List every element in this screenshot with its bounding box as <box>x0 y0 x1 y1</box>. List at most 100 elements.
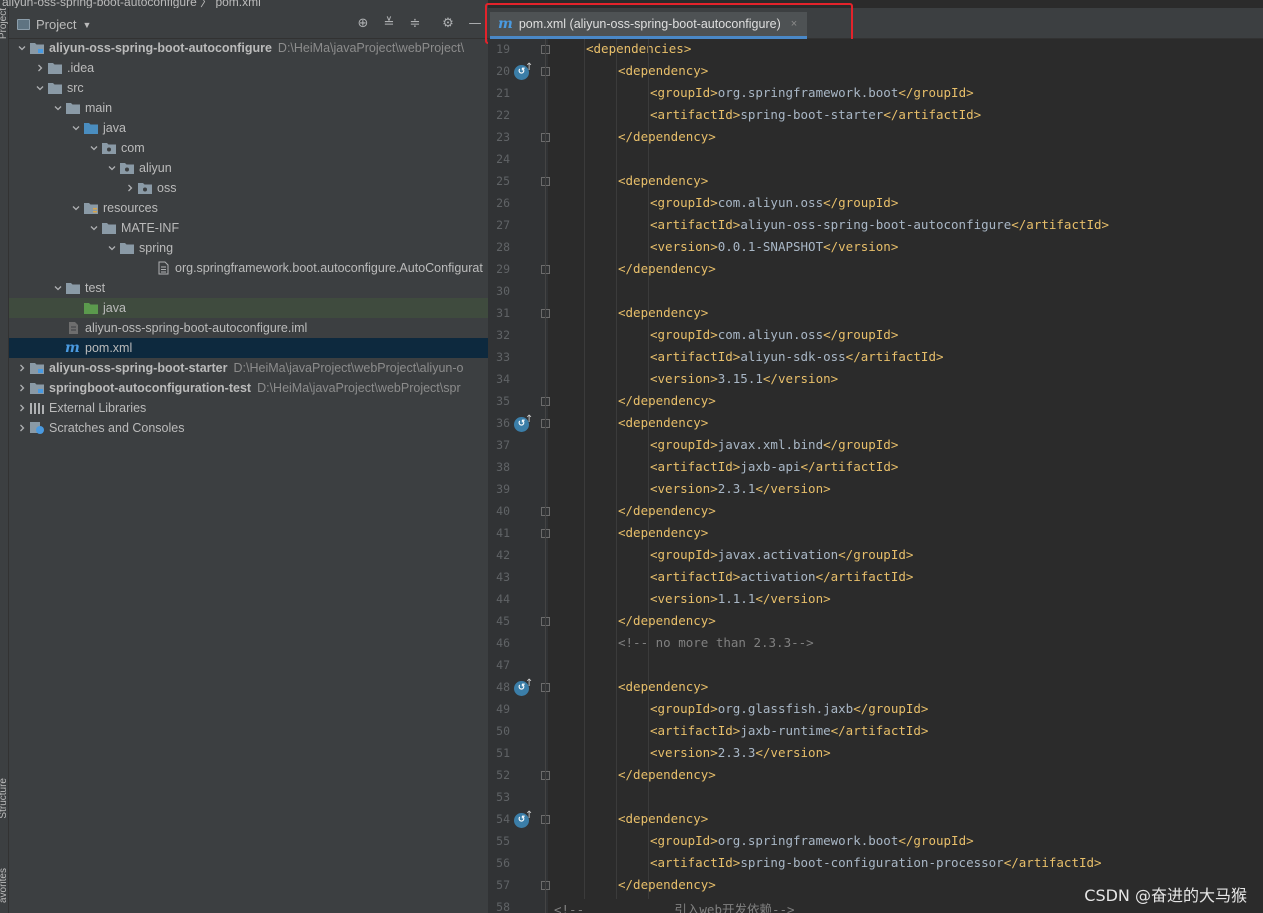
tree-item[interactable]: com <box>9 138 488 158</box>
chevron-down-icon[interactable] <box>105 158 119 178</box>
code-line: <groupId>javax.activation</groupId> <box>650 547 913 562</box>
xml-tag: </artifactId> <box>1003 855 1102 870</box>
tree-item[interactable]: aliyun-oss-spring-boot-autoconfigure.iml <box>9 318 488 338</box>
chevron-right-icon[interactable] <box>123 178 137 198</box>
xml-comment: <!-- 引入web开发依赖--> <box>554 902 795 913</box>
tree-item[interactable]: .idea <box>9 58 488 78</box>
tool-window-favorites[interactable]: avorites <box>0 868 8 903</box>
source-folder-icon <box>83 121 99 135</box>
tree-item[interactable]: aliyun <box>9 158 488 178</box>
chevron-down-icon[interactable] <box>87 218 101 238</box>
line-number: 19 <box>496 42 510 56</box>
xml-tag: <groupId> <box>650 327 718 342</box>
xml-tag: <dependency> <box>618 415 709 430</box>
tree-item[interactable]: org.springframework.boot.autoconfigure.A… <box>9 258 488 278</box>
code-line: <artifactId>spring-boot-starter</artifac… <box>650 107 981 122</box>
chevron-right-icon[interactable] <box>15 358 29 378</box>
tree-item[interactable]: MATE-INF <box>9 218 488 238</box>
gear-icon[interactable]: ⚙ <box>440 16 456 32</box>
expand-all-icon[interactable]: ≚ <box>381 16 397 32</box>
hide-icon[interactable]: — <box>467 16 483 32</box>
code-line: <artifactId>aliyun-oss-spring-boot-autoc… <box>650 217 1109 232</box>
tree-item[interactable]: External Libraries <box>9 398 488 418</box>
tree-item[interactable]: java <box>9 118 488 138</box>
code-line: <artifactId>spring-boot-configuration-pr… <box>650 855 1102 870</box>
tree-item[interactable]: springboot-autoconfiguration-test D:\HeiM… <box>9 378 488 398</box>
line-number: 25 <box>496 174 510 188</box>
tree-item[interactable]: main <box>9 98 488 118</box>
package-icon <box>137 181 153 195</box>
chevron-down-icon[interactable] <box>87 138 101 158</box>
tree-item[interactable]: m pom.xml <box>9 338 488 358</box>
tree-item[interactable]: spring <box>9 238 488 258</box>
tree-item-label: MATE-INF <box>121 221 180 235</box>
code-line: <artifactId>aliyun-sdk-oss</artifactId> <box>650 349 944 364</box>
tree-item-label: com <box>121 141 145 155</box>
line-number: 47 <box>496 658 510 672</box>
indent-guide <box>648 39 649 899</box>
code-line: <artifactId>jaxb-runtime</artifactId> <box>650 723 928 738</box>
xml-tag: <version> <box>650 239 718 254</box>
xml-tag: </version> <box>755 481 831 496</box>
folder-icon <box>101 221 117 235</box>
tree-item[interactable]: resources <box>9 198 488 218</box>
package-icon <box>119 161 135 175</box>
line-number: 40 <box>496 504 510 518</box>
xml-tag: </version> <box>755 591 831 606</box>
tree-item-label: org.springframework.boot.autoconfigure.A… <box>175 261 483 275</box>
chevron-down-icon[interactable] <box>69 118 83 138</box>
collapse-all-icon[interactable]: ≑ <box>407 16 423 32</box>
code-editor[interactable]: 19 20 ↺ ↑ 21 22 23 24 25 26 27 28 29 30 31 32 33 34 35 36 ↺ ↑… <box>488 39 1263 913</box>
chevron-down-icon[interactable] <box>33 78 47 98</box>
chevron-down-icon[interactable] <box>51 98 65 118</box>
chevron-right-icon[interactable] <box>15 378 29 398</box>
line-number: 55 <box>496 834 510 848</box>
xml-tag: <groupId> <box>650 547 718 562</box>
line-number: 49 <box>496 702 510 716</box>
line-number: 56 <box>496 856 510 870</box>
line-number: 37 <box>496 438 510 452</box>
chevron-right-icon[interactable] <box>15 418 29 438</box>
line-number: 38 <box>496 460 510 474</box>
code-line: <version>3.15.1</version> <box>650 371 838 386</box>
code-line: <artifactId>jaxb-api</artifactId> <box>650 459 898 474</box>
line-number: 36 <box>496 416 510 430</box>
tree-item-label: aliyun <box>139 161 172 175</box>
tree-item[interactable]: aliyun-oss-spring-boot-starter D:\HeiMa\j… <box>9 358 488 378</box>
tree-item-label: Scratches and Consoles <box>49 421 185 435</box>
xml-text: 3.15.1 <box>717 371 763 386</box>
chevron-right-icon[interactable] <box>15 398 29 418</box>
chevron-right-icon[interactable] <box>33 58 47 78</box>
xml-text: spring-boot-starter <box>740 107 884 122</box>
code-line: <!-- 引入web开发依赖--> <box>554 899 795 913</box>
text-file-icon <box>155 261 171 275</box>
chevron-down-icon[interactable] <box>15 38 29 58</box>
tree-item[interactable]: aliyun-oss-spring-boot-autoconfigure D:\H… <box>9 38 488 58</box>
chevron-down-icon[interactable] <box>51 278 65 298</box>
project-panel: Project ▼ ⊕ ≚ ≑ ⚙ — aliyun-oss-spring-bo… <box>9 8 488 913</box>
locate-icon[interactable]: ⊕ <box>355 16 371 32</box>
xml-tag: </dependency> <box>618 877 716 892</box>
line-number: 45 <box>496 614 510 628</box>
tree-item[interactable]: test <box>9 278 488 298</box>
tree-item[interactable]: Scratches and Consoles <box>9 418 488 438</box>
line-number: 53 <box>496 790 510 804</box>
code-line: <dependency> <box>618 679 708 694</box>
code-line: <dependency> <box>618 63 708 78</box>
tool-window-structure[interactable]: Structure <box>0 778 8 819</box>
tool-window-project[interactable]: Project <box>0 8 8 39</box>
chevron-down-icon[interactable] <box>105 238 119 258</box>
project-view-selector[interactable]: Project ▼ <box>17 17 91 32</box>
tree-item-path: D:\HeiMa\javaProject\webProject\spr <box>257 381 461 395</box>
arrow-up-icon: ↑ <box>525 810 534 821</box>
code-line: </dependency> <box>618 877 716 892</box>
line-number: 27 <box>496 218 510 232</box>
tree-item[interactable]: src <box>9 78 488 98</box>
chevron-down-icon[interactable] <box>69 198 83 218</box>
tree-item[interactable]: oss <box>9 178 488 198</box>
tree-item-label: spring <box>139 241 174 255</box>
xml-tag: <artifactId> <box>650 569 741 584</box>
line-number: 29 <box>496 262 510 276</box>
tree-item[interactable]: java <box>9 298 488 318</box>
